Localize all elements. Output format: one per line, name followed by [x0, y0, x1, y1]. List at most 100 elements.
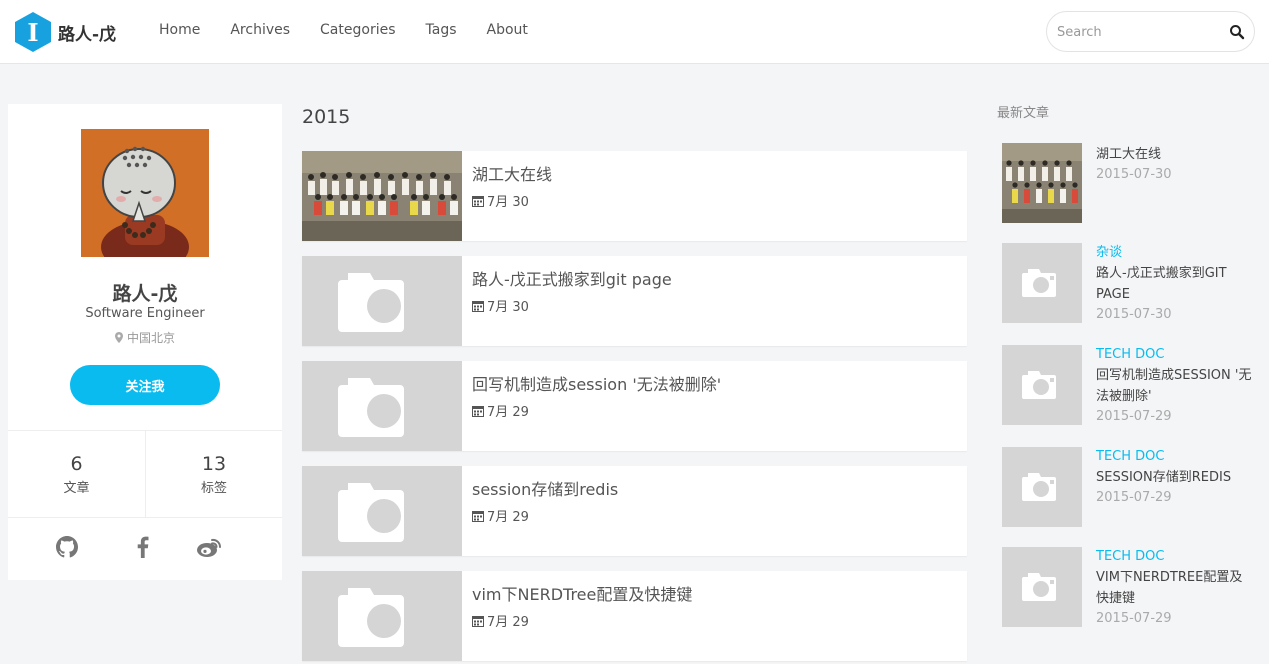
stat-tags-label: 标签 [200, 481, 227, 496]
avatar [81, 129, 209, 257]
recent-item[interactable]: TECH DOC VIM下NERDTREE配置及快捷键 2015-07-29 [1002, 547, 1252, 627]
post-date-text: 7月 29 [487, 615, 529, 630]
recent-category[interactable]: TECH DOC [1096, 447, 1252, 467]
recent-title[interactable]: VIM下NERDTREE配置及快捷键 [1096, 567, 1252, 609]
recent-thumbnail[interactable] [1002, 345, 1082, 425]
recent-thumbnail[interactable] [1002, 447, 1082, 527]
camera-placeholder-icon [302, 571, 462, 661]
post-date: 7月 29 [472, 401, 529, 420]
profile-stats: 6 文章 13 标签 [8, 430, 282, 518]
nav-tags[interactable]: Tags [426, 22, 457, 38]
stat-tags-count: 13 [201, 453, 227, 475]
recent-item[interactable]: TECH DOC SESSION存储到REDIS 2015-07-29 [1002, 447, 1252, 527]
site-logo-icon[interactable]: I [15, 12, 51, 52]
recent-text: TECH DOC VIM下NERDTREE配置及快捷键 2015-07-29 [1096, 547, 1252, 629]
nav-archives[interactable]: Archives [230, 22, 290, 38]
post-thumbnail[interactable] [302, 361, 462, 451]
recent-text: TECH DOC 回写机制造成SESSION '无法被删除' 2015-07-2… [1096, 345, 1252, 427]
post-item[interactable]: session存储到redis 7月 29 [302, 466, 967, 556]
search-icon[interactable] [1229, 24, 1245, 40]
post-item[interactable]: vim下NERDTree配置及快捷键 7月 29 [302, 571, 967, 661]
camera-placeholder-icon [302, 466, 462, 556]
camera-placeholder-icon [1002, 243, 1082, 323]
recent-title[interactable]: SESSION存储到REDIS [1096, 467, 1252, 488]
recent-title[interactable]: 回写机制造成SESSION '无法被删除' [1096, 365, 1252, 407]
post-item[interactable]: 回写机制造成session '无法被删除' 7月 29 [302, 361, 967, 451]
post-date-text: 7月 29 [487, 405, 529, 420]
recent-text: 杂谈 路人-戊正式搬家到GIT PAGE 2015-07-30 [1096, 243, 1252, 325]
recent-thumbnail[interactable] [1002, 243, 1082, 323]
nav-about[interactable]: About [487, 22, 528, 38]
profile-job-title: Software Engineer [85, 306, 205, 321]
recent-category[interactable]: TECH DOC [1096, 345, 1252, 365]
recent-title[interactable]: 湖工大在线 [1096, 144, 1252, 165]
monk-avatar-icon [81, 129, 209, 257]
camera-placeholder-icon [302, 361, 462, 451]
post-thumbnail[interactable] [302, 151, 462, 241]
profile-location: 中国北京 [8, 329, 282, 346]
calendar-icon [472, 406, 484, 417]
stat-tags[interactable]: 13 标签 [145, 431, 282, 517]
facebook-icon[interactable] [132, 536, 156, 560]
recent-thumbnail[interactable] [1002, 547, 1082, 627]
post-thumbnail[interactable] [302, 571, 462, 661]
post-date: 7月 29 [472, 611, 529, 630]
recent-date: 2015-07-29 [1096, 490, 1172, 505]
recent-title[interactable]: 路人-戊正式搬家到GIT PAGE [1096, 263, 1252, 305]
calendar-icon [472, 196, 484, 207]
post-date-text: 7月 30 [487, 300, 529, 315]
camera-placeholder-icon [1002, 447, 1082, 527]
github-icon[interactable] [56, 536, 80, 560]
recent-text: 湖工大在线 2015-07-30 [1096, 143, 1252, 185]
recent-text: TECH DOC SESSION存储到REDIS 2015-07-29 [1096, 447, 1252, 508]
group-photo-icon [302, 151, 462, 241]
post-item[interactable]: 湖工大在线 7月 30 [302, 151, 967, 241]
post-title[interactable]: 湖工大在线 [472, 161, 552, 185]
recent-category[interactable]: TECH DOC [1096, 547, 1252, 567]
camera-placeholder-icon [302, 256, 462, 346]
archive-year: 2015 [302, 106, 351, 128]
post-date: 7月 29 [472, 506, 529, 525]
weibo-icon[interactable] [196, 536, 222, 560]
calendar-icon [472, 301, 484, 312]
stat-posts-count: 6 [70, 453, 83, 475]
camera-placeholder-icon [1002, 345, 1082, 425]
recent-item[interactable]: 湖工大在线 2015-07-30 [1002, 143, 1252, 223]
recent-category[interactable]: 杂谈 [1096, 243, 1252, 263]
main-nav: Home Archives Categories Tags About [159, 22, 558, 38]
profile-card: 路人-戊 Software Engineer 中国北京 关注我 6 文章 13 … [8, 104, 282, 580]
post-title[interactable]: 回写机制造成session '无法被删除' [472, 371, 721, 395]
stat-posts[interactable]: 6 文章 [8, 431, 145, 517]
post-title[interactable]: 路人-戊正式搬家到git page [472, 266, 672, 290]
post-thumbnail[interactable] [302, 256, 462, 346]
post-item[interactable]: 路人-戊正式搬家到git page 7月 30 [302, 256, 967, 346]
post-title[interactable]: session存储到redis [472, 476, 618, 500]
post-date: 7月 30 [472, 191, 529, 210]
group-photo-icon [1002, 143, 1082, 223]
post-thumbnail[interactable] [302, 466, 462, 556]
recent-date: 2015-07-29 [1096, 409, 1172, 424]
search-input[interactable] [1057, 23, 1217, 41]
recent-date: 2015-07-30 [1096, 307, 1172, 322]
top-navbar: I 路人-戊 Home Archives Categories Tags Abo… [0, 0, 1269, 64]
recent-item[interactable]: TECH DOC 回写机制造成SESSION '无法被删除' 2015-07-2… [1002, 345, 1252, 425]
site-title[interactable]: 路人-戊 [58, 20, 116, 45]
calendar-icon [472, 616, 484, 627]
recent-item[interactable]: 杂谈 路人-戊正式搬家到GIT PAGE 2015-07-30 [1002, 243, 1252, 323]
recent-posts-heading: 最新文章 [997, 106, 1050, 121]
stat-posts-label: 文章 [63, 481, 90, 496]
camera-placeholder-icon [1002, 547, 1082, 627]
profile-location-text: 中国北京 [126, 331, 175, 345]
nav-categories[interactable]: Categories [320, 22, 395, 38]
calendar-icon [472, 511, 484, 522]
follow-button[interactable]: 关注我 [70, 365, 220, 405]
svg-text:I: I [27, 18, 38, 47]
recent-thumbnail[interactable] [1002, 143, 1082, 223]
post-title[interactable]: vim下NERDTree配置及快捷键 [472, 581, 692, 605]
recent-date: 2015-07-29 [1096, 611, 1172, 626]
nav-home[interactable]: Home [159, 22, 200, 38]
map-marker-icon [114, 332, 123, 343]
social-links [8, 536, 282, 566]
post-date-text: 7月 29 [487, 510, 529, 525]
post-date: 7月 30 [472, 296, 529, 315]
